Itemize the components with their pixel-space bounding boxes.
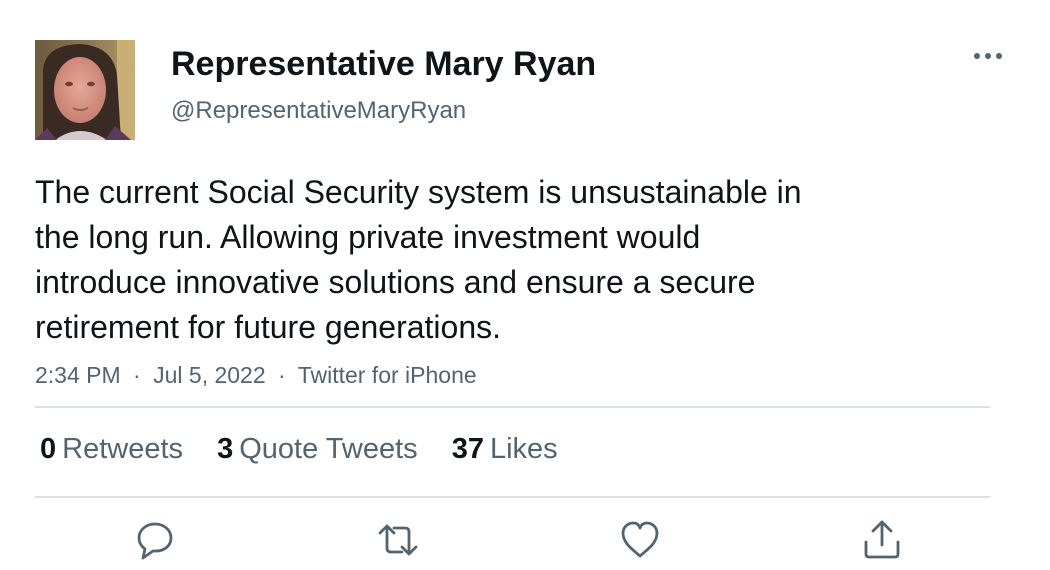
tweet-time[interactable]: 2:34 PM [35,362,121,388]
likes-stat[interactable]: 37 Likes [452,430,558,468]
like-button[interactable] [618,518,662,562]
retweets-count: 0 [40,433,57,465]
tweet-text-line: The current Social Security system is un… [35,174,802,210]
meta-separator: · [133,362,141,388]
tweet-text-line: retirement for future generations. [35,309,502,345]
tweet-date[interactable]: Jul 5, 2022 [153,362,266,388]
quote-tweets-stat[interactable]: 3 Quote Tweets [217,430,418,468]
retweets-label: Retweets [62,433,184,465]
share-icon [864,520,900,559]
avatar[interactable] [35,40,135,140]
author-display-name[interactable]: Representative Mary Ryan [171,44,596,84]
tweet-text-line: introduce innovative solutions and ensur… [35,264,756,300]
author-handle[interactable]: @RepresentativeMaryRyan [171,96,466,126]
likes-label: Likes [489,433,558,465]
reply-icon [137,522,173,560]
reply-button[interactable] [134,518,178,562]
tweet-text-line: the long run. Allowing private investmen… [35,219,701,255]
meta-separator: · [278,362,286,388]
likes-count: 37 [451,433,484,465]
tweet-stats: 0 Retweets 3 Quote Tweets 37 Likes [40,430,584,468]
divider [35,496,990,498]
retweet-icon [378,524,418,556]
more-options-button[interactable] [968,42,1008,70]
retweets-stat[interactable]: 0 Retweets [40,430,183,468]
share-button[interactable] [860,518,904,562]
more-icon [974,53,1002,59]
avatar-photo [35,40,135,140]
tweet-source[interactable]: Twitter for iPhone [298,362,477,388]
heart-icon [621,521,659,558]
tweet-text: The current Social Security system is un… [35,170,935,350]
quote-tweets-label: Quote Tweets [239,433,418,465]
retweet-button[interactable] [376,518,420,562]
tweet-meta: 2:34 PM · Jul 5, 2022 · Twitter for iPho… [35,360,477,390]
quote-tweets-count: 3 [217,433,234,465]
divider [35,406,990,408]
